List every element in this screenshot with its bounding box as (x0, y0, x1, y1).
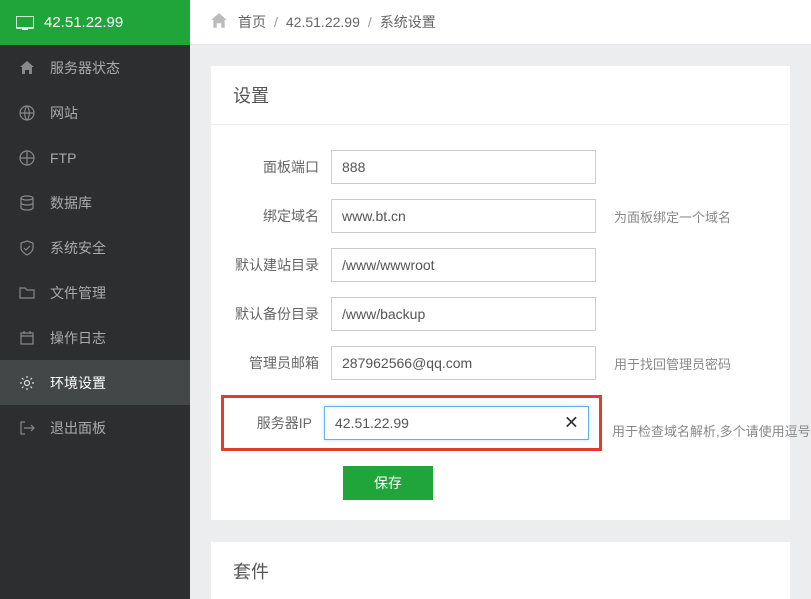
backup-dir-input[interactable] (331, 297, 596, 331)
sidebar-item-security[interactable]: 系统安全 (0, 225, 190, 270)
sidebar-item-label: 数据库 (50, 193, 92, 213)
backup-dir-label: 默认备份目录 (231, 304, 331, 324)
site-dir-input[interactable] (331, 248, 596, 282)
header-ip: 42.51.22.99 (44, 14, 123, 31)
sidebar-item-label: 网站 (50, 103, 78, 123)
close-icon: ✕ (564, 413, 579, 433)
sidebar-item-ftp[interactable]: FTP (0, 135, 190, 180)
logout-icon (18, 420, 36, 436)
sidebar: 42.51.22.99 服务器状态 网站 FTP 数据库 系统安全 (0, 0, 190, 599)
settings-panel: 设置 面板端口 绑定域名 为面板绑定一个域名 默认建站目录 默认备份目录 管理员… (210, 65, 791, 521)
form-row-email: 管理员邮箱 用于找回管理员密码 (231, 346, 770, 380)
gear-icon (18, 375, 36, 391)
site-dir-label: 默认建站目录 (231, 255, 331, 275)
sidebar-item-status[interactable]: 服务器状态 (0, 45, 190, 90)
sidebar-item-label: 环境设置 (50, 373, 106, 393)
folder-icon (18, 285, 36, 301)
panel-title: 设置 (211, 66, 790, 125)
main-content: 首页 / 42.51.22.99 / 系统设置 设置 面板端口 绑定域名 为面板… (190, 0, 811, 599)
form-row-port: 面板端口 (231, 150, 770, 184)
server-ip-highlight: 服务器IP ✕ (221, 395, 602, 451)
breadcrumb-sep: / (274, 14, 278, 30)
monitor-icon (16, 16, 34, 30)
server-ip-input[interactable] (324, 406, 589, 440)
ftp-icon (18, 150, 36, 166)
sidebar-item-label: FTP (50, 150, 76, 166)
home-icon (18, 60, 36, 76)
form-row-backup-dir: 默认备份目录 (231, 297, 770, 331)
sidebar-item-logs[interactable]: 操作日志 (0, 315, 190, 360)
sidebar-item-label: 退出面板 (50, 418, 106, 438)
breadcrumb-sep: / (368, 14, 372, 30)
globe-icon (18, 105, 36, 121)
sidebar-item-website[interactable]: 网站 (0, 90, 190, 135)
port-input[interactable] (331, 150, 596, 184)
sidebar-item-settings[interactable]: 环境设置 (0, 360, 190, 405)
sidebar-header: 42.51.22.99 (0, 0, 190, 45)
sidebar-item-label: 系统安全 (50, 238, 106, 258)
email-label: 管理员邮箱 (231, 353, 331, 373)
sidebar-item-files[interactable]: 文件管理 (0, 270, 190, 315)
breadcrumb-current: 系统设置 (380, 12, 436, 32)
suite-panel: 套件 (210, 541, 791, 599)
form-row-site-dir: 默认建站目录 (231, 248, 770, 282)
clear-input-button[interactable]: ✕ (560, 411, 583, 436)
breadcrumb-ip[interactable]: 42.51.22.99 (286, 14, 360, 30)
save-button[interactable]: 保存 (343, 466, 433, 500)
sidebar-item-label: 文件管理 (50, 283, 106, 303)
domain-help: 为面板绑定一个域名 (614, 207, 731, 226)
ip-label: 服务器IP (234, 413, 324, 433)
settings-form: 面板端口 绑定域名 为面板绑定一个域名 默认建站目录 默认备份目录 管理员邮箱 … (211, 125, 790, 520)
ip-help: 用于检查域名解析,多个请使用逗号隔 (612, 421, 811, 440)
panel-title: 套件 (211, 542, 790, 599)
sidebar-item-label: 操作日志 (50, 328, 106, 348)
email-help: 用于找回管理员密码 (614, 354, 731, 373)
port-label: 面板端口 (231, 157, 331, 177)
calendar-icon (18, 330, 36, 346)
domain-label: 绑定域名 (231, 206, 331, 226)
sidebar-item-label: 服务器状态 (50, 58, 120, 78)
form-row-domain: 绑定域名 为面板绑定一个域名 (231, 199, 770, 233)
home-icon (210, 12, 228, 33)
shield-icon (18, 240, 36, 256)
sidebar-item-logout[interactable]: 退出面板 (0, 405, 190, 450)
domain-input[interactable] (331, 199, 596, 233)
breadcrumb-home[interactable]: 首页 (238, 12, 266, 32)
database-icon (18, 195, 36, 211)
breadcrumb: 首页 / 42.51.22.99 / 系统设置 (190, 0, 811, 45)
sidebar-item-database[interactable]: 数据库 (0, 180, 190, 225)
email-input[interactable] (331, 346, 596, 380)
